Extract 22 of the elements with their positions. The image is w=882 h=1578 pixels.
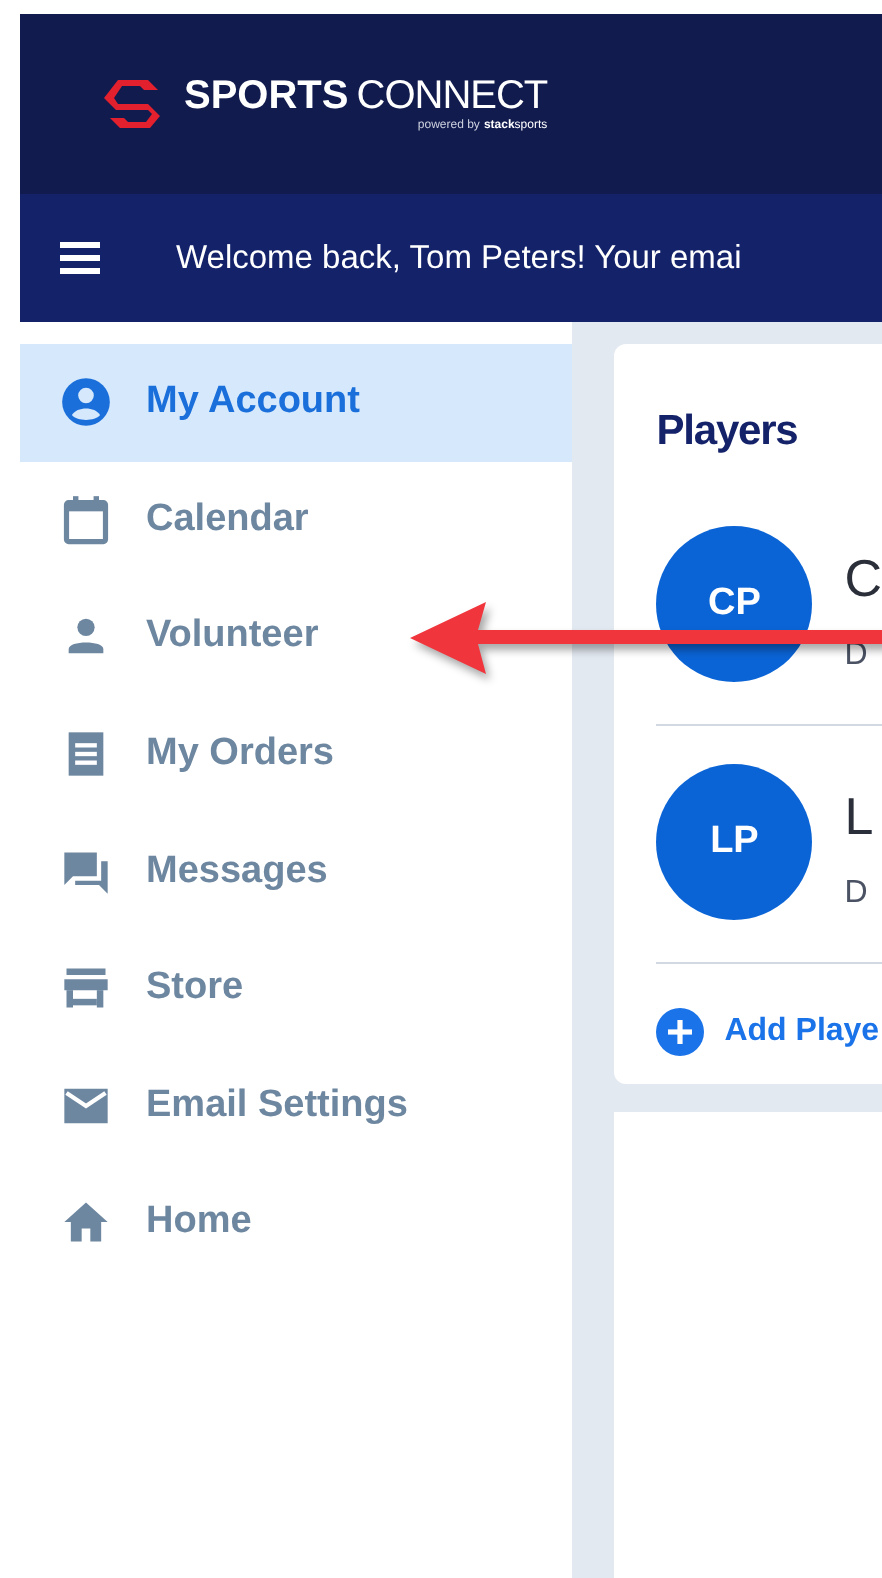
player-name: C (844, 547, 882, 609)
add-icon (656, 1008, 705, 1056)
sidebar-item[interactable]: Volunteer (20, 578, 573, 696)
sidebar-item[interactable]: Messages (20, 812, 573, 930)
calendar-icon (60, 493, 112, 546)
card-title: Players (656, 408, 800, 456)
sidebar-item[interactable]: Email Settings (20, 1047, 573, 1165)
avatar[interactable]: CP (656, 526, 813, 682)
sidebar-item[interactable]: My Orders (20, 695, 573, 813)
sidebar-item[interactable]: Store (20, 929, 573, 1048)
brand-name-suffix: CONNECT (356, 74, 548, 119)
sidebar-item[interactable]: Home (20, 1164, 573, 1282)
sidebar-item[interactable]: My Account (20, 344, 573, 462)
add-player-link[interactable]: Add Playe (656, 1008, 882, 1056)
avatar[interactable]: LP (656, 764, 813, 920)
player-name: L (844, 785, 874, 847)
sidebar-item[interactable]: Calendar (20, 461, 573, 579)
player-detail: D (844, 875, 870, 911)
account-icon (60, 376, 112, 429)
brand-name: SPORTS (184, 74, 349, 120)
menu-icon[interactable] (60, 242, 100, 274)
welcome-message: Welcome back, Tom Peters! Your emai (176, 239, 742, 277)
